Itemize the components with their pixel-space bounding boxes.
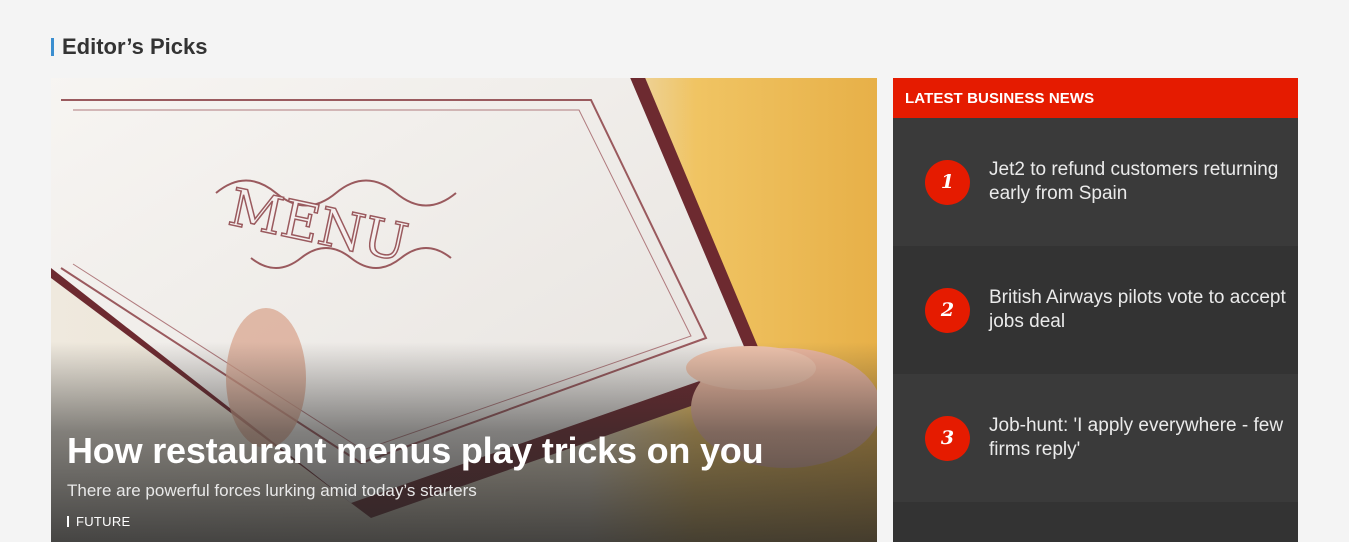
rank-badge: 1 — [925, 159, 970, 205]
rank-badge: 2 — [925, 287, 970, 333]
latest-business-news-panel: LATEST BUSINESS NEWS 1 Jet2 to refund cu… — [893, 78, 1298, 542]
rank-badge: 3 — [925, 415, 970, 461]
news-panel-heading: LATEST BUSINESS NEWS — [893, 78, 1298, 118]
section-title: Editor’s Picks — [62, 34, 208, 59]
tag-marker — [67, 516, 69, 527]
news-item-link[interactable]: Jet2 to refund customers returning early… — [989, 158, 1289, 206]
hero-category-tag[interactable]: FUTURE — [67, 514, 131, 529]
section-accent-bar — [51, 38, 54, 56]
hero-story-card[interactable]: MENU How restaurant menus play tricks on… — [51, 78, 877, 542]
hero-headline-link[interactable]: How restaurant menus play tricks on you — [67, 430, 764, 472]
section-header: Editor’s Picks — [51, 34, 208, 59]
news-item-link[interactable]: Job-hunt: 'I apply everywhere - few firm… — [989, 414, 1289, 462]
news-list-item[interactable]: 2 British Airways pilots vote to accept … — [893, 246, 1298, 374]
news-list-item-partial — [893, 502, 1298, 542]
hero-summary: There are powerful forces lurking amid t… — [67, 481, 477, 500]
news-item-link[interactable]: British Airways pilots vote to accept jo… — [989, 286, 1289, 334]
news-list-item[interactable]: 3 Job-hunt: 'I apply everywhere - few fi… — [893, 374, 1298, 502]
news-list-item[interactable]: 1 Jet2 to refund customers returning ear… — [893, 118, 1298, 246]
hero-category-label[interactable]: FUTURE — [76, 514, 131, 529]
